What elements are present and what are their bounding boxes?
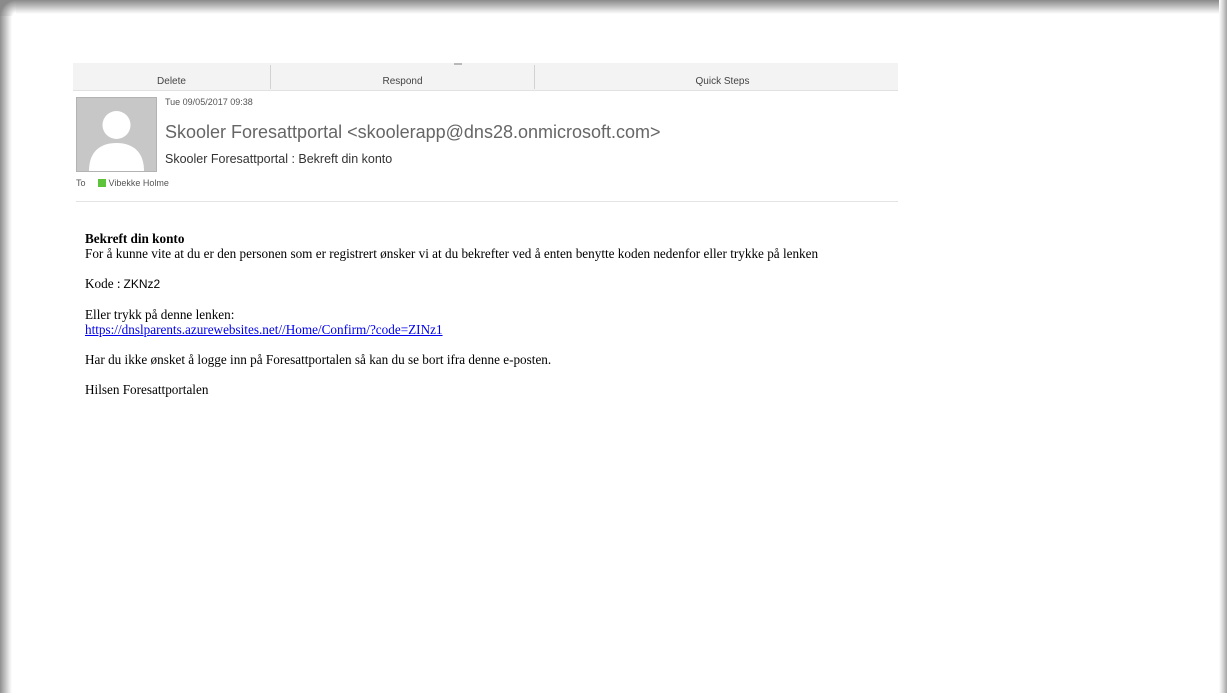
window-shadow-left [0,0,12,693]
message-date: Tue 09/05/2017 09:38 [165,97,253,107]
sender-avatar[interactable] [76,97,157,172]
code-value: ZKNz2 [123,277,161,291]
code-line: Kode : ZKNz2 [85,276,898,292]
ribbon-cut-mark [454,63,462,65]
ribbon-group-labels: Delete Respond Quick Steps [73,63,898,91]
sender-name[interactable]: Skooler Foresattportal <skoolerapp@dns28… [165,122,661,143]
body-intro: For å kunne vite at du er den personen s… [85,246,819,261]
message-subject: Skooler Foresattportal : Bekreft din kon… [165,152,393,166]
to-label: To [76,178,86,188]
signature: Hilsen Foresattportalen [85,382,209,397]
recipient-row: To Vibekke Holme [76,178,169,188]
link-intro: Eller trykk på denne lenken: [85,307,235,322]
presence-indicator-icon [97,179,106,187]
code-label: Kode : [85,276,121,291]
window-shadow-right [1219,0,1227,693]
ribbon-group-respond[interactable]: Respond [271,76,534,87]
body-heading: Bekreft din konto [85,231,185,246]
ribbon-group-delete[interactable]: Delete [73,76,270,87]
ignore-text: Har du ikke ønsket å logge inn på Foresa… [85,352,552,367]
recipient-name[interactable]: Vibekke Holme [109,178,169,188]
confirm-link[interactable]: https://dnslparents.azurewebsites.net//H… [85,322,443,337]
message-body: Bekreft din konto For å kunne vite at du… [85,231,898,397]
person-silhouette-icon [77,98,156,171]
ribbon-group-quick-steps[interactable]: Quick Steps [535,76,910,87]
window-shadow-top [0,0,1227,14]
header-divider [76,201,898,202]
window-shadow-corner [0,0,16,16]
